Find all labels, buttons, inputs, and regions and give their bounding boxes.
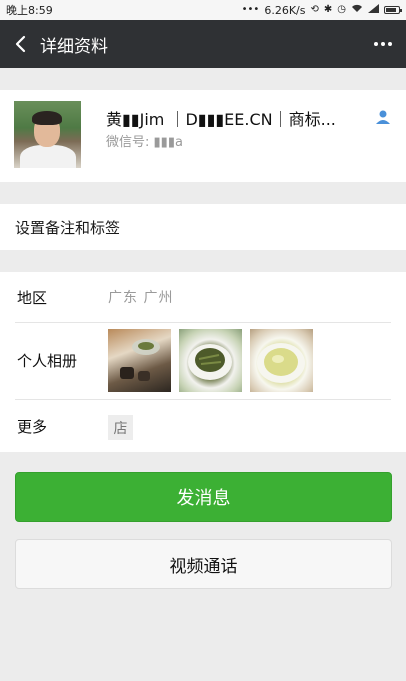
album-photo[interactable]	[250, 329, 313, 392]
more-label: 更多	[17, 417, 48, 436]
alarm-icon: ◷	[337, 4, 346, 15]
set-remark-and-tags-row[interactable]: 设置备注和标签	[0, 204, 406, 250]
profile-card[interactable]: 黄▮▮Jim ｜D▮▮▮EE.CN｜商标... 微信号: ▮▮▮a	[0, 90, 406, 182]
more-row[interactable]: 更多	[0, 400, 406, 452]
region-value: 广东 广州	[108, 290, 174, 306]
profile-name: 黄▮▮Jim ｜D▮▮▮EE.CN｜商标...	[106, 110, 336, 129]
signal-icon	[368, 4, 379, 16]
avatar[interactable]	[14, 101, 81, 168]
notification-dots-icon: •••	[241, 4, 260, 15]
page-title: 详细资料	[40, 36, 108, 57]
status-icons: ••• 6.26K/s ⟲ ✱ ◷	[241, 3, 402, 17]
send-message-button[interactable]: 发消息	[15, 472, 392, 522]
region-row: 地区 广东 广州	[0, 272, 406, 322]
contact-person-icon	[376, 110, 390, 124]
region-label: 地区	[17, 288, 48, 307]
status-time: 晚上8:59	[6, 4, 53, 17]
info-card: 地区 广东 广州 个人相册 更多 店	[0, 272, 406, 452]
more-dots-icon	[381, 42, 385, 46]
wechat-id: 微信号: ▮▮▮a	[106, 135, 183, 150]
battery-icon	[384, 6, 402, 14]
back-button[interactable]	[0, 20, 40, 68]
wifi-icon	[351, 4, 363, 16]
album-label: 个人相册	[17, 352, 78, 370]
more-options-button[interactable]	[374, 20, 392, 68]
remark-label: 设置备注和标签	[15, 218, 121, 237]
network-speed: 6.26K/s	[264, 3, 306, 17]
more-dots-icon	[388, 42, 392, 46]
album-photo[interactable]	[179, 329, 242, 392]
top-navigation-bar: 详细资料	[0, 20, 406, 68]
bluetooth-icon: ✱	[323, 4, 333, 15]
album-photo[interactable]	[108, 329, 171, 392]
more-dots-icon	[374, 42, 378, 46]
shop-icon: 店	[108, 415, 133, 440]
chevron-left-icon	[15, 35, 26, 53]
sync-icon: ⟲	[310, 4, 319, 15]
video-call-button[interactable]: 视频通话	[15, 539, 392, 589]
status-bar: 晚上8:59 ••• 6.26K/s ⟲ ✱ ◷	[0, 0, 406, 20]
